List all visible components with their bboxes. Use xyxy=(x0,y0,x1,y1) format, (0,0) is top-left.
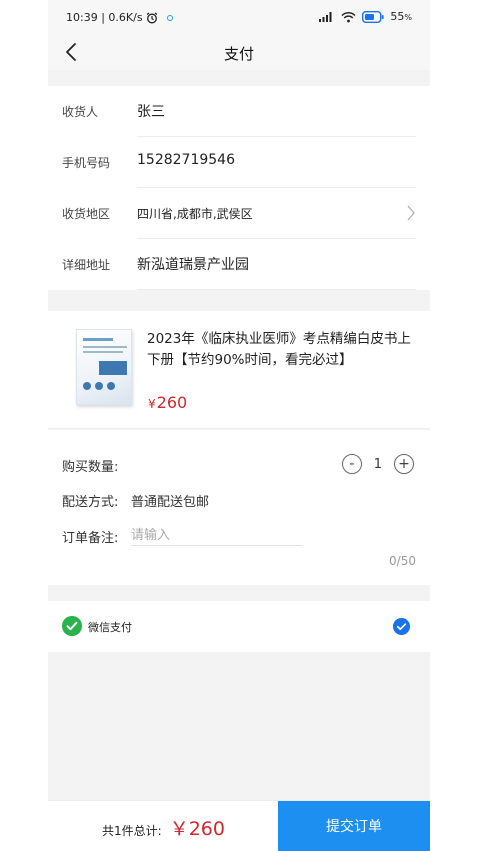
order-options: 购买数量: - 1 + 配送方式: 普通配送包邮 订单备注: 0/50 xyxy=(48,430,430,585)
increase-button[interactable]: + xyxy=(394,454,414,474)
quantity-label: 购买数量: xyxy=(62,460,119,475)
selected-check-icon[interactable] xyxy=(393,618,410,635)
submit-order-button[interactable]: 提交订单 xyxy=(278,801,430,851)
product-cover-image xyxy=(76,329,132,405)
consignee-label: 收货人 xyxy=(62,105,99,119)
detail-address-value: 新泓道瑞景产业园 xyxy=(137,257,249,273)
page-title: 支付 xyxy=(223,45,254,63)
total-price: ￥260 xyxy=(169,818,225,840)
quantity-value: 1 xyxy=(373,456,382,472)
remark-input[interactable] xyxy=(131,526,303,546)
payment-page: 10:39 | 0.6K/s 55% 支付 收货人 张三 手机号码 152827… xyxy=(48,0,430,851)
order-total: 共1件总计: ￥260 xyxy=(102,814,225,841)
product-price: ¥260 xyxy=(148,393,188,412)
phone-label: 手机号码 xyxy=(62,156,111,170)
alarm-icon xyxy=(146,12,157,23)
delivery-label: 配送方式: xyxy=(62,495,119,510)
remark-char-counter: 0/50 xyxy=(389,554,416,568)
phone-row[interactable]: 手机号码 15282719546 xyxy=(48,137,430,188)
checkout-bar: 共1件总计: ￥260 提交订单 xyxy=(48,800,430,851)
payment-method-row[interactable]: 微信支付 xyxy=(48,601,430,652)
status-time: 10:39 | 0.6K/s xyxy=(66,11,143,24)
quantity-stepper: - 1 + xyxy=(341,454,414,474)
navigation-bar: 支付 xyxy=(48,34,430,70)
wifi-icon xyxy=(341,11,356,22)
consignee-value: 张三 xyxy=(137,104,165,120)
consignee-row[interactable]: 收货人 张三 xyxy=(48,86,430,137)
detail-address-row[interactable]: 详细地址 新泓道瑞景产业园 xyxy=(48,239,430,290)
product-title: 2023年《临床执业医师》考点精编白皮书上下册【节约90%时间，看完必过】 xyxy=(147,331,411,368)
product-card[interactable]: 2023年《临床执业医师》考点精编白皮书上下册【节约90%时间，看完必过】 ¥2… xyxy=(48,311,430,429)
remark-label: 订单备注: xyxy=(62,531,119,546)
total-label: 共1件总计: xyxy=(102,824,162,838)
decrease-button[interactable]: - xyxy=(341,454,362,474)
battery-percent: 55% xyxy=(390,10,412,23)
address-section: 收货人 张三 手机号码 15282719546 收货地区 四川省,成都市,武侯区… xyxy=(48,86,430,290)
delivery-value: 普通配送包邮 xyxy=(131,495,210,510)
status-bar: 10:39 | 0.6K/s 55% xyxy=(48,0,430,34)
chevron-right-icon xyxy=(407,205,415,221)
signal-icon xyxy=(319,12,332,22)
wechat-pay-icon xyxy=(62,616,82,636)
phone-value: 15282719546 xyxy=(137,152,235,168)
battery-icon xyxy=(362,10,384,23)
region-value: 四川省,成都市,武侯区 xyxy=(137,207,253,221)
detail-address-label: 详细地址 xyxy=(62,258,111,272)
notification-dot-icon xyxy=(166,14,173,21)
payment-method-label: 微信支付 xyxy=(88,621,132,634)
region-row[interactable]: 收货地区 四川省,成都市,武侯区 xyxy=(48,188,430,239)
region-label: 收货地区 xyxy=(62,207,111,221)
